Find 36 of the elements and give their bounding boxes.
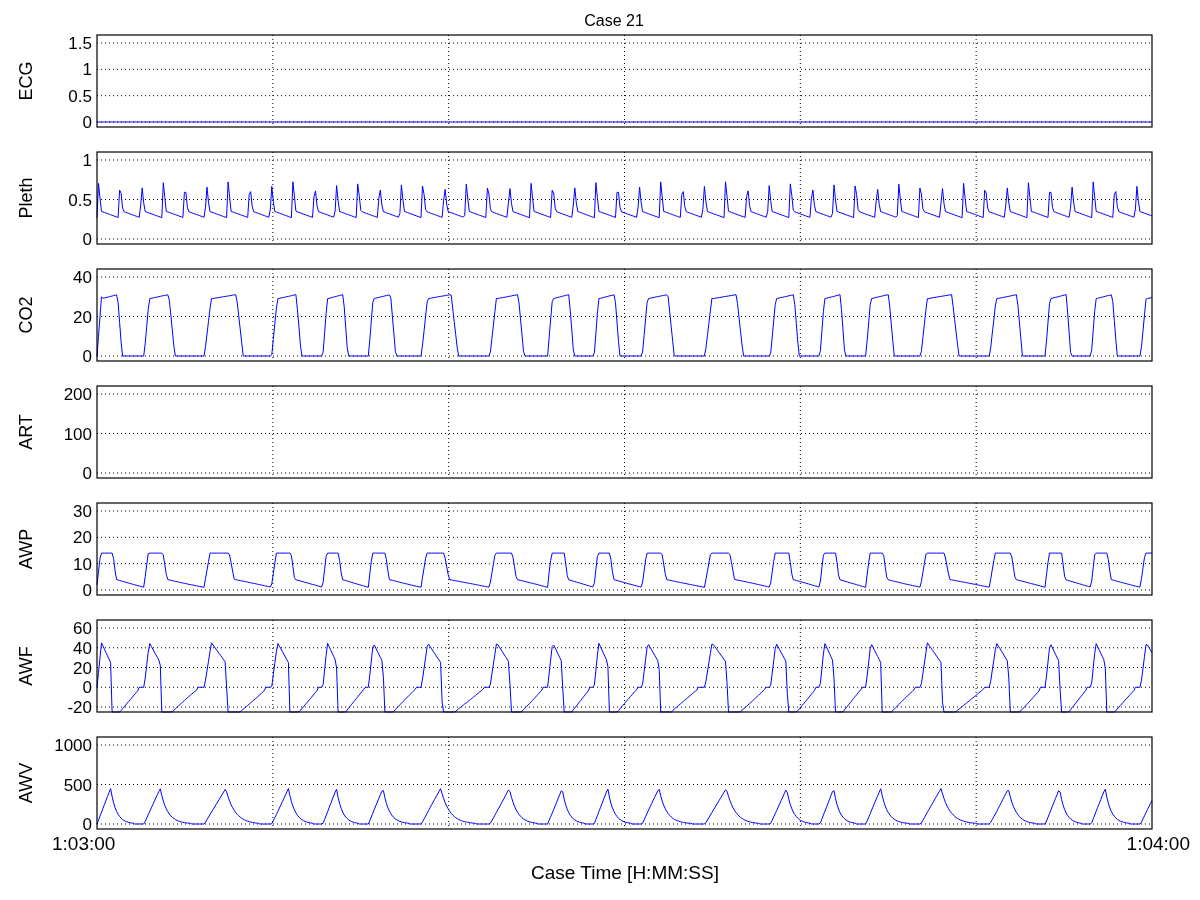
tick-label: 0 (82, 581, 92, 600)
axis-label: AWP (16, 528, 36, 570)
tick-label: 20 (73, 307, 92, 327)
tick-label: 0 (82, 347, 92, 366)
tick-label: 0.5 (68, 86, 92, 106)
axis-label: ECG (16, 61, 36, 101)
tick-label: 500 (63, 775, 92, 795)
tick-label: 200 (63, 385, 92, 404)
axis-label: AWF (16, 646, 36, 686)
tick-label: 1 (82, 151, 92, 170)
tick-label: 1:04:00 (1126, 832, 1190, 856)
tick-label: 1 (82, 60, 92, 80)
tick-label: 60 (73, 619, 92, 638)
axis-label: AWV (16, 762, 36, 804)
tick-label: 0 (82, 230, 92, 249)
tick-label: 10 (73, 554, 92, 574)
tick-label: 0 (82, 678, 92, 698)
tick-label: 1000 (54, 736, 92, 755)
tick-label: -20 (67, 698, 92, 717)
axis-label: Case Time [H:MM:SS] (531, 860, 719, 885)
chart-title: Case 21 (584, 11, 644, 31)
tick-label: 40 (73, 268, 92, 287)
tick-label: 100 (63, 424, 92, 444)
tick-label: 0 (82, 113, 92, 132)
axis-label: CO2 (16, 296, 36, 334)
tick-label: 0 (82, 464, 92, 483)
tick-label: 40 (73, 638, 92, 658)
tick-label: 0 (82, 815, 92, 834)
tick-label: 20 (73, 658, 92, 678)
tick-label: 1:03:00 (52, 832, 116, 856)
axis-label: Pleth (16, 177, 36, 219)
tick-label: 20 (73, 528, 92, 548)
tick-label: 1.5 (68, 34, 92, 53)
tick-label: 0.5 (68, 190, 92, 210)
tick-label: 30 (73, 502, 92, 521)
axis-label: ART (16, 414, 36, 450)
